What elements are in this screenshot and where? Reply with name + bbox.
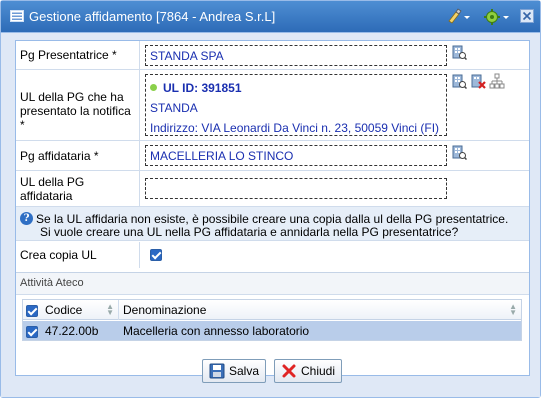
gear-icon [484, 9, 509, 25]
column-header-codice[interactable]: Codice ▲ ▼ [41, 300, 119, 320]
row-code: 47.22.00b [45, 324, 99, 338]
sort-icon: ▲ ▼ [509, 302, 517, 317]
ul-pg-affidataria-label: UL della PG affidataria [16, 171, 140, 206]
ul-name: STANDA [150, 101, 198, 115]
row-pg-affidataria: Pg affidataria * MACELLERIA LO STINCO [16, 141, 529, 171]
cancel-icon [282, 364, 296, 378]
settings-menu[interactable] [483, 7, 511, 27]
delete-building-icon[interactable] [470, 73, 486, 89]
search-building-icon[interactable] [451, 44, 467, 60]
sort-icon: ▲ ▼ [106, 302, 114, 317]
pg-presentatrice-field[interactable]: STANDA SPA [145, 45, 447, 66]
pg-affidataria-field[interactable]: MACELLERIA LO STINCO [145, 145, 447, 166]
ateco-panel-title: Attività Ateco [16, 273, 529, 295]
ul-pg-field[interactable]: UL ID: 391851 STANDA Indirizzo: VIA Leon… [145, 74, 447, 136]
ul-address: Indirizzo: VIA Leonardi Da Vinci n. 23, … [150, 121, 440, 135]
close-icon [520, 9, 534, 23]
row-checkbox[interactable] [26, 326, 38, 338]
form-panel: Pg Presentatrice * STANDA SPA UL della P… [15, 40, 530, 376]
hierarchy-icon[interactable] [489, 73, 505, 89]
window-title: Gestione affidamento [7864 - Andrea S.r.… [29, 9, 276, 24]
grid-header: Codice ▲ ▼ Denominazione ▲ ▼ [23, 300, 521, 320]
ateco-panel: Attività Ateco Codice ▲ ▼ Denominazione ▲… [16, 272, 529, 342]
column-header-denominazione[interactable]: Denominazione ▲ ▼ [119, 300, 521, 320]
crea-copia-checkbox[interactable] [150, 249, 162, 261]
status-dot-icon [150, 84, 157, 92]
info-line-2: Si vuole creare una UL nella PG affidata… [40, 225, 459, 239]
floppy-disk-icon [209, 363, 225, 379]
close-window-button[interactable] [520, 9, 534, 29]
search-building-icon[interactable] [451, 73, 467, 89]
ul-pg-label: UL della PG che ha presentato la notific… [16, 70, 140, 140]
crea-copia-label: Crea copia UL [16, 242, 140, 268]
row-crea-copia: Crea copia UL [16, 242, 529, 268]
row-pg-presentatrice: Pg Presentatrice * STANDA SPA [16, 41, 529, 70]
ul-id: UL ID: 391851 [163, 81, 242, 95]
info-icon: ? [20, 212, 33, 225]
dialog-body: Pg Presentatrice * STANDA SPA UL della P… [1, 34, 540, 397]
dialog-window: Gestione affidamento [7864 - Andrea S.r.… [0, 0, 541, 398]
row-ul-pg: UL della PG che ha presentato la notific… [16, 70, 529, 141]
pg-presentatrice-label: Pg Presentatrice * [16, 41, 140, 69]
close-button[interactable]: Chiudi [274, 359, 342, 383]
edit-tools-menu[interactable] [446, 7, 472, 27]
pg-affidataria-label: Pg affidataria * [16, 141, 140, 170]
brush-icon [448, 8, 470, 24]
row-ul-pg-affidataria: UL della PG affidataria [16, 171, 529, 207]
info-message: ? Se la UL affidaria non esiste, è possi… [16, 207, 529, 241]
ateco-grid: Codice ▲ ▼ Denominazione ▲ ▼ 47.22.00b M… [22, 299, 522, 341]
row-denominazione: Macelleria con annesso laboratorio [123, 324, 310, 338]
title-bar[interactable]: Gestione affidamento [7864 - Andrea S.r.… [1, 1, 540, 33]
table-row[interactable]: 47.22.00b Macelleria con annesso laborat… [23, 321, 521, 340]
search-building-icon[interactable] [451, 144, 467, 160]
select-all-checkbox[interactable] [26, 305, 38, 317]
save-button[interactable]: Salva [202, 359, 266, 383]
ul-pg-affidataria-field[interactable] [145, 178, 447, 199]
form-icon [10, 10, 24, 22]
